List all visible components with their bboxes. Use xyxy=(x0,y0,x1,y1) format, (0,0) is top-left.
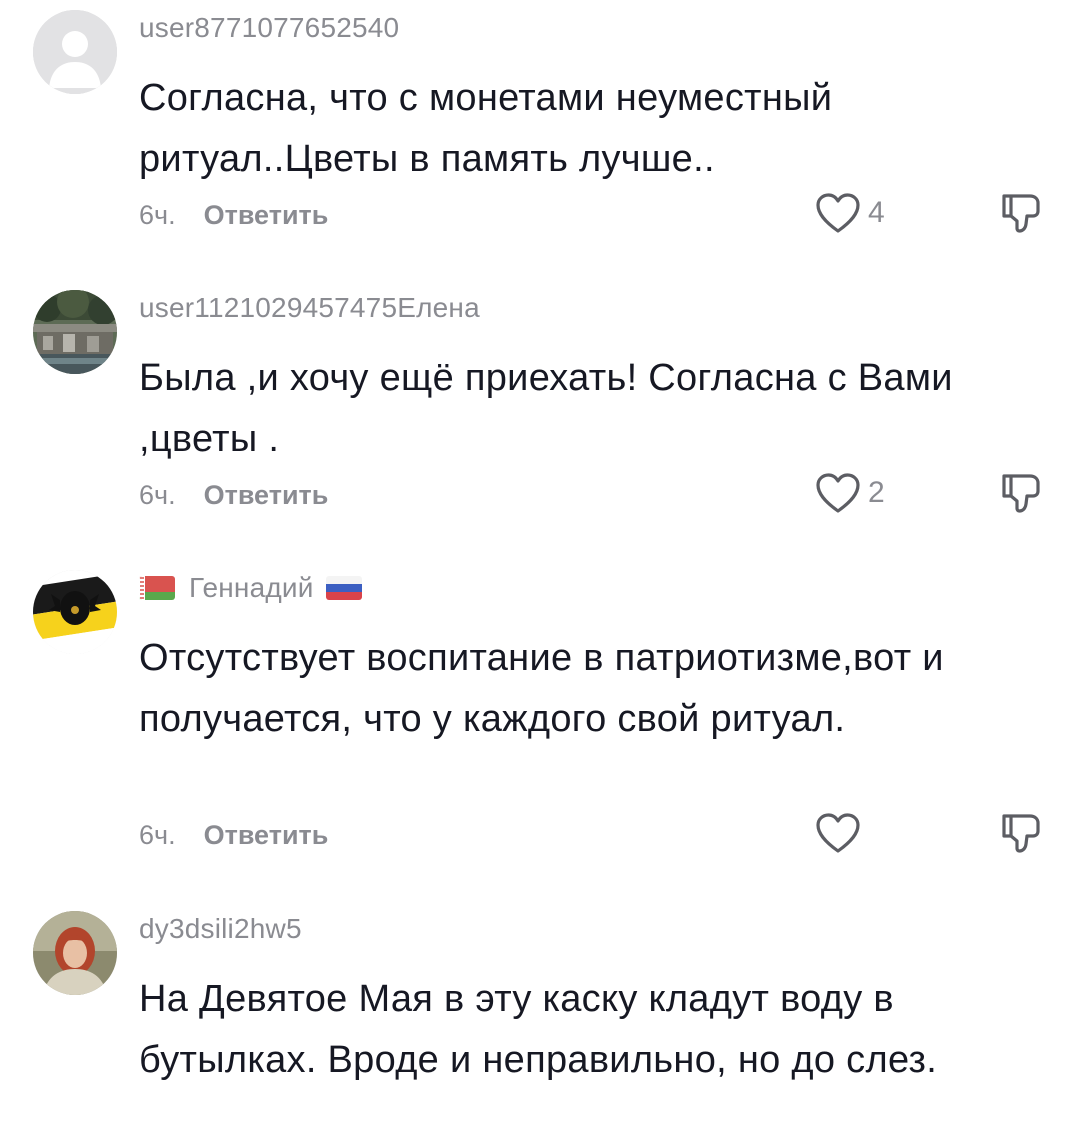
comment-text: Была ,и хочу ещё приехать! Согласна с Ва… xyxy=(139,357,953,460)
username[interactable]: dy3dsili2hw5 xyxy=(139,913,302,945)
imperial-eagle-flag-icon xyxy=(33,570,117,654)
avatar[interactable] xyxy=(33,570,117,654)
thumbs-down-icon xyxy=(1002,474,1040,513)
fountain-photo-icon xyxy=(33,290,117,374)
comment-meta: 6ч. Ответить xyxy=(139,200,328,231)
dislike-button[interactable] xyxy=(998,811,1044,855)
comment-time: 6ч. xyxy=(139,480,176,510)
like-button[interactable]: 4 xyxy=(814,191,885,235)
like-button[interactable] xyxy=(814,811,868,855)
thumbs-down-icon xyxy=(1002,194,1040,233)
avatar[interactable] xyxy=(33,911,117,995)
heart-icon xyxy=(816,813,860,853)
like-button[interactable]: 2 xyxy=(814,471,885,515)
like-count: 4 xyxy=(868,196,885,229)
russia-flag-icon xyxy=(325,576,362,600)
belarus-flag-icon xyxy=(139,576,175,600)
woman-photo-icon xyxy=(33,911,117,995)
avatar[interactable] xyxy=(33,10,117,94)
username-row[interactable]: Геннадий xyxy=(139,572,362,604)
username[interactable]: user8771077652540 xyxy=(139,12,399,44)
comment-text: Согласна, что с монетами неуместный риту… xyxy=(139,77,833,180)
comment-meta: 6ч. Ответить xyxy=(139,480,328,511)
comment-time: 6ч. xyxy=(139,200,176,230)
reply-button[interactable]: Ответить xyxy=(204,200,329,231)
like-count: 2 xyxy=(868,476,885,509)
comment-meta: 6ч. Ответить xyxy=(139,820,328,851)
heart-icon xyxy=(816,193,860,233)
dislike-button[interactable] xyxy=(998,471,1044,515)
comment-time: 6ч. xyxy=(139,820,176,850)
comment-text: Отсутствует воспитание в патриотизме,вот… xyxy=(139,637,944,740)
username[interactable]: Геннадий xyxy=(189,572,314,604)
comment-text: На Девятое Мая в эту каску кладут воду в… xyxy=(139,978,938,1081)
reply-button[interactable]: Ответить xyxy=(204,480,329,511)
thumbs-down-icon xyxy=(1002,814,1040,853)
reply-button[interactable]: Ответить xyxy=(204,820,329,851)
dislike-button[interactable] xyxy=(998,191,1044,235)
default-avatar-icon xyxy=(33,10,117,94)
heart-icon xyxy=(816,473,860,513)
avatar[interactable] xyxy=(33,290,117,374)
username[interactable]: user1121029457475Елена xyxy=(139,292,480,324)
